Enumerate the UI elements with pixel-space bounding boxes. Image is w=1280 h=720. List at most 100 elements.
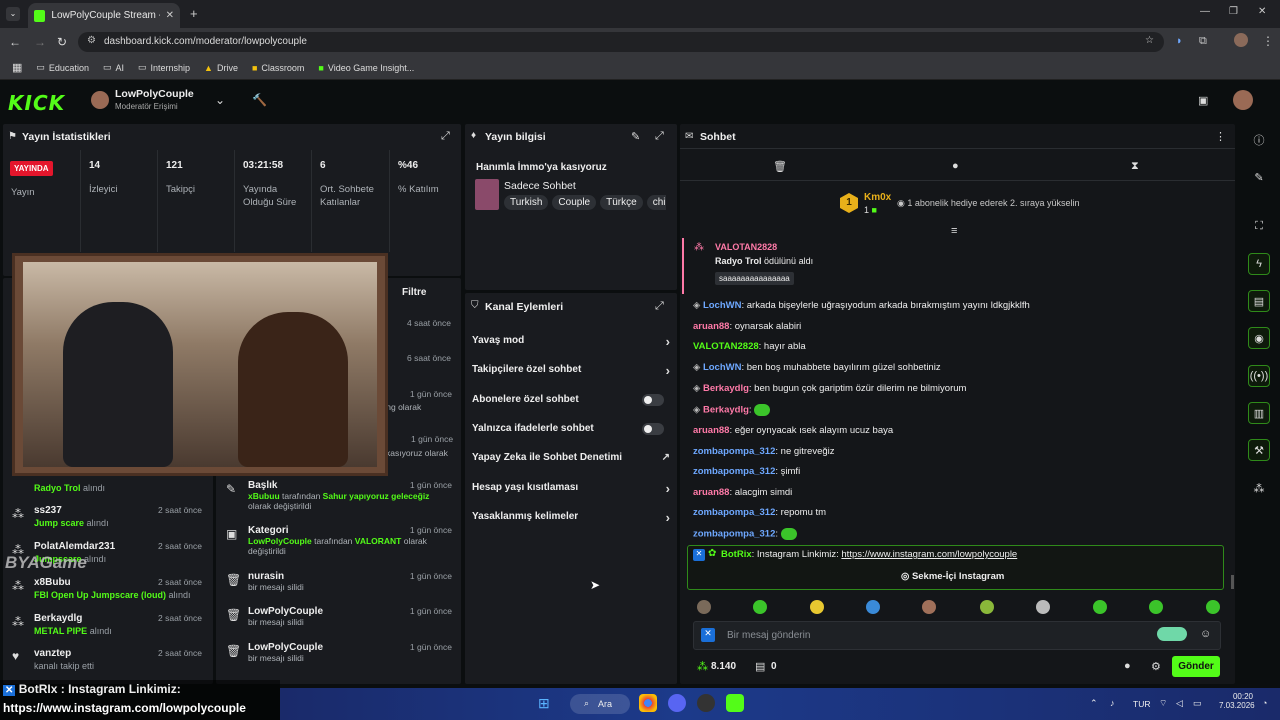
send-button[interactable]: Gönder bbox=[1172, 656, 1220, 677]
emote-button[interactable] bbox=[753, 600, 767, 614]
tag[interactable]: Couple bbox=[552, 195, 597, 210]
chat-scrollbar[interactable] bbox=[1231, 575, 1234, 589]
kick-taskbar-icon[interactable] bbox=[726, 694, 744, 712]
action-followers-only[interactable]: Takipçilere özel sohbet › bbox=[472, 363, 670, 378]
tag[interactable]: Turkish bbox=[504, 195, 549, 210]
notification-bell-icon[interactable]: ◔ bbox=[1262, 698, 1267, 708]
volume-icon[interactable]: ◁ bbox=[1176, 698, 1183, 709]
chat-username[interactable]: zombapompa_312 bbox=[693, 507, 775, 518]
network-wifi-icon[interactable]: ⌔ bbox=[1159, 698, 1167, 709]
emote-button[interactable] bbox=[980, 600, 994, 614]
instagram-tab-button[interactable]: ◎ Sekme-İçi Instagram bbox=[901, 571, 1004, 582]
tab-list-button[interactable]: ⌄ bbox=[6, 7, 20, 21]
emotes-only-toggle[interactable] bbox=[642, 423, 664, 435]
settings-gear-icon[interactable]: ⚙ bbox=[1151, 660, 1161, 673]
emote-button[interactable] bbox=[1206, 600, 1220, 614]
network-icon[interactable]: ⁂ bbox=[1248, 477, 1270, 499]
channel-dropdown-chevron-icon[interactable]: ⌄ bbox=[215, 93, 225, 107]
chat-username[interactable]: zombapompa_312 bbox=[693, 446, 775, 457]
collapse-chevron-icon[interactable]: ≡ bbox=[951, 225, 957, 237]
action-slow-mode[interactable]: Yavaş mod › bbox=[472, 334, 670, 349]
chrome-taskbar-icon[interactable] bbox=[639, 694, 657, 712]
bookmark-education[interactable]: ▭ Education bbox=[36, 62, 89, 73]
forward-button[interactable]: → bbox=[34, 35, 46, 49]
redemption-count[interactable]: 0 bbox=[771, 661, 777, 672]
lightning-icon[interactable]: ϟ bbox=[1248, 253, 1270, 275]
tag[interactable]: Türkçe bbox=[600, 195, 643, 210]
theater-mode-icon[interactable]: ▣ bbox=[1198, 94, 1208, 107]
profile-avatar[interactable] bbox=[1234, 33, 1248, 47]
bookmark-ai[interactable]: ▭ AI bbox=[103, 62, 124, 73]
apps-grid-icon[interactable]: ▦ bbox=[12, 61, 22, 74]
event-user[interactable]: xBubuu bbox=[248, 491, 280, 501]
address-bar[interactable]: ⚙ dashboard.kick.com/moderator/lowpolyco… bbox=[78, 32, 1164, 52]
subscribers-only-toggle[interactable] bbox=[642, 394, 664, 406]
category-name[interactable]: Sadece Sohbet bbox=[504, 180, 576, 192]
broadcast-icon[interactable]: ((•)) bbox=[1248, 365, 1270, 387]
gift-cta[interactable]: ◉ 1 abonelik hediye ederek 2. sıraya yük… bbox=[897, 198, 1079, 209]
emote-picker-badge[interactable] bbox=[1157, 627, 1187, 641]
bot-user[interactable]: BotRix bbox=[721, 549, 752, 560]
chat-username[interactable]: aruan88 bbox=[693, 487, 729, 498]
chat-username[interactable]: VALOTAN2828 bbox=[693, 341, 759, 352]
emote-button[interactable] bbox=[922, 600, 936, 614]
obs-taskbar-icon[interactable] bbox=[697, 694, 715, 712]
emote-button[interactable] bbox=[1149, 600, 1163, 614]
browser-tab[interactable]: LowPolyCouple Stream - Kick D ✕ bbox=[28, 3, 180, 28]
action-subscribers-only[interactable]: Abonelere özel sohbet bbox=[472, 394, 670, 406]
language-indicator[interactable]: TUR bbox=[1133, 699, 1150, 709]
edit-pencil-icon[interactable]: ✎ bbox=[1248, 166, 1270, 188]
site-info-icon[interactable]: ⚙ bbox=[87, 35, 96, 46]
card-icon[interactable]: ▥ bbox=[1248, 402, 1270, 424]
bookmark-drive[interactable]: ▲ Drive bbox=[204, 63, 238, 73]
chat-username[interactable]: LochWN bbox=[703, 300, 742, 311]
extensions-puzzle-icon[interactable]: ⧉ bbox=[1199, 35, 1207, 48]
tray-chevron-icon[interactable]: ⌃ bbox=[1090, 698, 1098, 709]
event-user[interactable]: LowPolyCouple bbox=[248, 536, 312, 546]
clock[interactable]: 00:20 7.03.2026 bbox=[1219, 692, 1255, 710]
emote-button[interactable] bbox=[1093, 600, 1107, 614]
chat-icon[interactable]: ◉ bbox=[1248, 327, 1270, 349]
back-button[interactable]: ← bbox=[9, 35, 21, 49]
popout-icon[interactable]: ⤢ bbox=[441, 130, 450, 143]
chat-bubble-icon[interactable]: ● bbox=[1124, 660, 1131, 672]
bookmark-internship[interactable]: ▭ Internship bbox=[138, 62, 190, 73]
close-tab-icon[interactable]: ✕ bbox=[166, 10, 174, 21]
bot-link[interactable]: https://www.instagram.com/lowpolycouple bbox=[841, 549, 1017, 560]
slow-mode-hourglass-icon[interactable]: ⧗ bbox=[1131, 160, 1139, 173]
chat-username[interactable]: zombapompa_312 bbox=[693, 529, 775, 540]
user-avatar[interactable] bbox=[1233, 90, 1253, 110]
kick-logo[interactable]: KICK bbox=[8, 91, 65, 115]
moderator-hammer-icon[interactable]: 🔨 bbox=[252, 93, 267, 107]
bookmark-video-game[interactable]: ■ Video Game Insight... bbox=[318, 63, 414, 73]
action-emotes-only[interactable]: Yalnızca ifadelerle sohbet bbox=[472, 423, 670, 435]
chat-settings-bubble-icon[interactable]: ● bbox=[952, 160, 959, 172]
edit-pencil-icon[interactable]: ✎ bbox=[631, 130, 640, 143]
browser-menu-icon[interactable]: ⋮ bbox=[1262, 34, 1274, 48]
taskbar-search[interactable]: ⌕ Ara bbox=[570, 694, 630, 714]
windows-start-icon[interactable]: ⊞ bbox=[538, 695, 550, 712]
gifter-name[interactable]: Km0x bbox=[864, 192, 891, 203]
action-banned-words[interactable]: Yasaklanmış kelimeler › bbox=[472, 510, 670, 525]
emote-button[interactable] bbox=[697, 600, 711, 614]
filter-button[interactable]: Filtre bbox=[402, 287, 426, 298]
bookmark-star-icon[interactable]: ☆ bbox=[1145, 35, 1154, 46]
info-circle-icon[interactable]: ⓘ bbox=[1248, 129, 1270, 151]
minimize-button[interactable]: — bbox=[1200, 6, 1210, 17]
reward-user[interactable]: VALOTAN2828 bbox=[715, 242, 777, 252]
bookmark-classroom[interactable]: ■ Classroom bbox=[252, 63, 304, 73]
clear-chat-trash-icon[interactable]: 🗑 bbox=[773, 160, 787, 173]
chat-username[interactable]: Berkaydlg bbox=[703, 383, 749, 394]
extension-icon[interactable]: ◗ bbox=[1176, 35, 1183, 47]
chat-username[interactable]: aruan88 bbox=[693, 425, 729, 436]
chat-username[interactable]: Berkaydlg bbox=[703, 405, 749, 416]
wrench-icon[interactable]: ⚒ bbox=[1248, 439, 1270, 461]
new-tab-button[interactable]: + bbox=[190, 6, 198, 21]
emote-button[interactable] bbox=[1036, 600, 1050, 614]
chat-username[interactable]: LochWN bbox=[703, 362, 742, 373]
discord-taskbar-icon[interactable] bbox=[668, 694, 686, 712]
document-icon[interactable]: ▤ bbox=[1248, 290, 1270, 312]
action-account-age[interactable]: Hesap yaşı kısıtlaması › bbox=[472, 481, 670, 496]
channel-points[interactable]: 8.140 bbox=[711, 661, 736, 672]
emote-button[interactable] bbox=[866, 600, 880, 614]
